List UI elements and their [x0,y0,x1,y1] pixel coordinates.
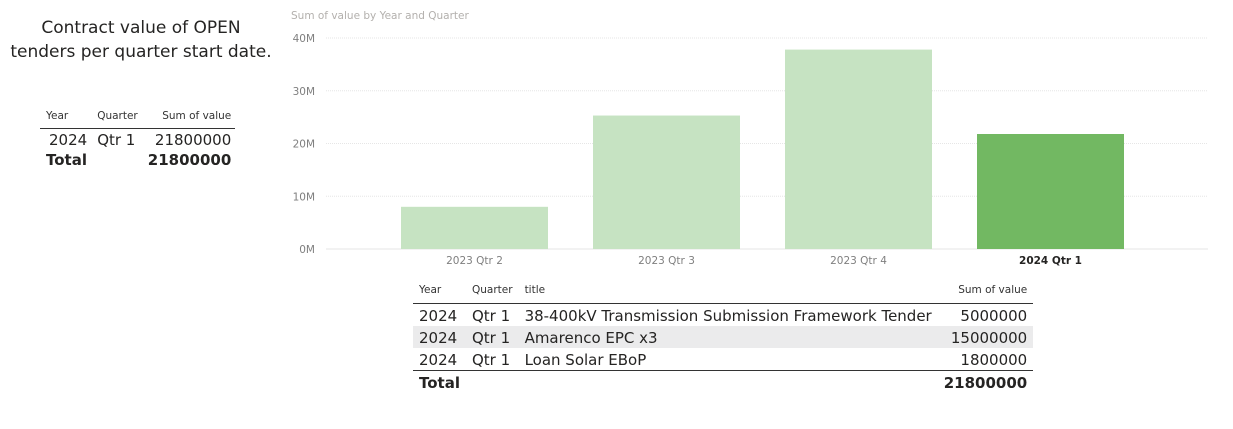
table-row[interactable]: 2024 Qtr 1 Amarenco EPC x3 15000000 [413,326,1034,348]
y-tick-label: 0M [299,244,315,256]
cell-title: 38-400kV Transmission Submission Framewo… [524,306,932,325]
y-tick-label: 40M [293,33,315,45]
table-row[interactable]: 2024 Qtr 1 Loan Solar EBoP 1800000 [413,348,1034,371]
x-tick-label: 2023 Qtr 3 [638,255,695,267]
cell-title: Amarenco EPC x3 [518,326,938,348]
cell-quarter: Qtr 1 [465,326,519,348]
total-row: Total 21800000 [413,371,1033,394]
total-value: 21800000 [943,373,1028,392]
bar-2024-qtr-1[interactable] [977,134,1124,249]
y-tick-label: 20M [293,139,315,151]
column-header-year[interactable]: Year [413,284,466,304]
detail-table: Year Quarter title Sum of value 2024 Qtr… [413,284,1034,394]
total-label: Total [419,373,460,392]
table-row[interactable]: 2024 Qtr 1 38-400kV Transmission Submiss… [413,304,1033,327]
cell-year: 2024 [413,348,466,371]
x-tick-label: 2023 Qtr 2 [446,255,503,267]
cell-sum-of-value: 15000000 [937,326,1034,348]
x-tick-label: 2024 Qtr 1 [1019,255,1082,267]
cell-title: Loan Solar EBoP [518,348,938,371]
cell-sum-of-value: 1800000 [937,348,1034,371]
bar-chart: 0M 10M 20M 30M 40M 2023 Qtr 2 2023 Qtr 3 2023 Q… [293,33,1208,267]
bar-2023-qtr-2[interactable] [401,206,548,249]
y-tick-label: 10M [293,191,315,203]
column-header-quarter[interactable]: Quarter [465,284,519,304]
cell-quarter: Qtr 1 [465,348,519,371]
column-header-title[interactable]: title [518,284,938,304]
x-tick-label: 2023 Qtr 4 [830,255,887,267]
cell-quarter: Qtr 1 [471,306,511,325]
cell-year: 2024 [413,326,466,348]
y-tick-label: 30M [293,86,315,98]
cell-sum-of-value: 5000000 [960,306,1028,325]
bar-2023-qtr-4[interactable] [785,49,932,250]
cell-year: 2024 [419,306,458,325]
column-header-sum-of-value[interactable]: Sum of value [937,284,1034,304]
bar-2023-qtr-3[interactable] [593,115,740,249]
